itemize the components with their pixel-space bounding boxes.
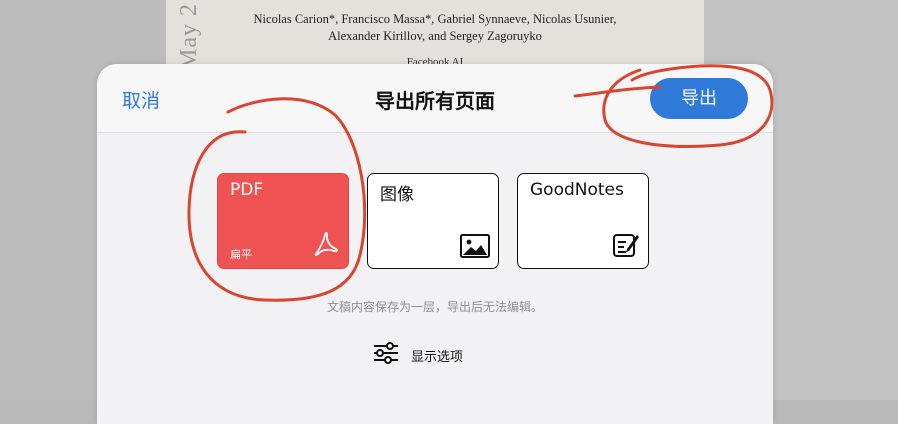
export-note: 文稿内容保存为一层，导出后无法编辑。	[326, 300, 543, 314]
export-dialog: 取消 导出所有页面 导出 PDF 扁平 图像 GoodNotes 文稿内容保存为…	[97, 64, 773, 424]
acrobat-icon	[312, 230, 340, 262]
format-option-image[interactable]: 图像	[367, 173, 499, 269]
format-sublabel: 扁平	[230, 248, 252, 261]
format-label: PDF	[230, 180, 264, 200]
format-label: GoodNotes	[530, 180, 624, 200]
dialog-header: 取消 导出所有页面 导出	[97, 64, 773, 133]
format-option-goodnotes[interactable]: GoodNotes	[517, 173, 649, 269]
display-options-button[interactable]: 显示选项	[373, 342, 463, 368]
export-button[interactable]: 导出	[650, 78, 748, 119]
paper-authors-line1: Nicolas Carion*, Francisco Massa*, Gabri…	[253, 12, 617, 26]
image-icon	[460, 234, 490, 262]
notebook-pen-icon	[612, 232, 640, 262]
format-option-pdf[interactable]: PDF 扁平	[217, 173, 349, 269]
display-options-label: 显示选项	[411, 349, 464, 365]
paper-authors: Nicolas Carion*, Francisco Massa*, Gabri…	[166, 11, 704, 45]
format-label: 图像	[380, 185, 414, 205]
paper-authors-line2: Alexander Kirillov, and Sergey Zagoruyko	[328, 29, 542, 43]
sliders-icon	[373, 342, 399, 368]
paper-side-text: May 2	[176, 3, 202, 70]
